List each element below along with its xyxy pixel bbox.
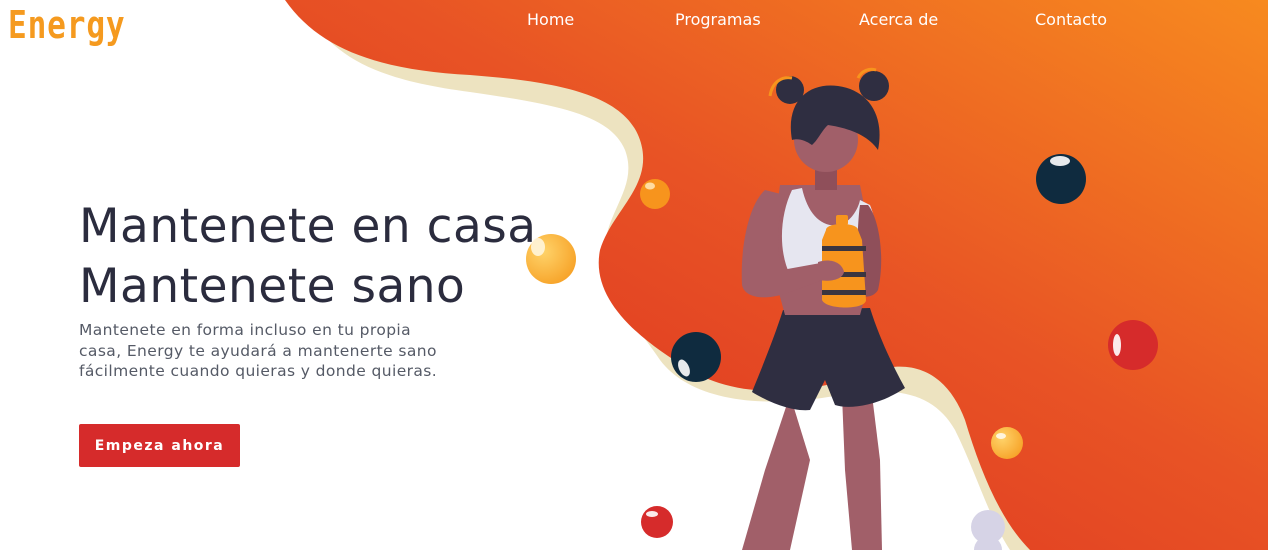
ball-navy-middle xyxy=(671,332,721,382)
ball-red-right xyxy=(1108,320,1158,370)
nav-item-home[interactable]: Home xyxy=(527,10,574,30)
nav-item-acerca-de[interactable]: Acerca de xyxy=(859,10,938,30)
ball-yellow-small xyxy=(991,427,1023,459)
ball-red-bottom xyxy=(641,506,673,538)
ball-navy-top xyxy=(1036,154,1086,204)
nav-item-contacto[interactable]: Contacto xyxy=(1035,10,1107,30)
cta-button[interactable]: Empeza ahora xyxy=(79,424,240,467)
hero-title-line-1: Mantenete en casa xyxy=(79,199,537,254)
main-nav: Home Programas Acerca de Contacto xyxy=(0,10,1268,30)
hero-description: Mantenete en forma incluso en tu propia … xyxy=(79,321,438,380)
nav-item-programas[interactable]: Programas xyxy=(675,10,761,30)
hero-title: Mantenete en casa Mantenete sano xyxy=(79,197,537,317)
hero-title-line-2: Mantenete sano xyxy=(79,259,466,314)
ball-lilac-bottom xyxy=(971,510,1005,550)
ball-orange-small xyxy=(640,179,670,209)
